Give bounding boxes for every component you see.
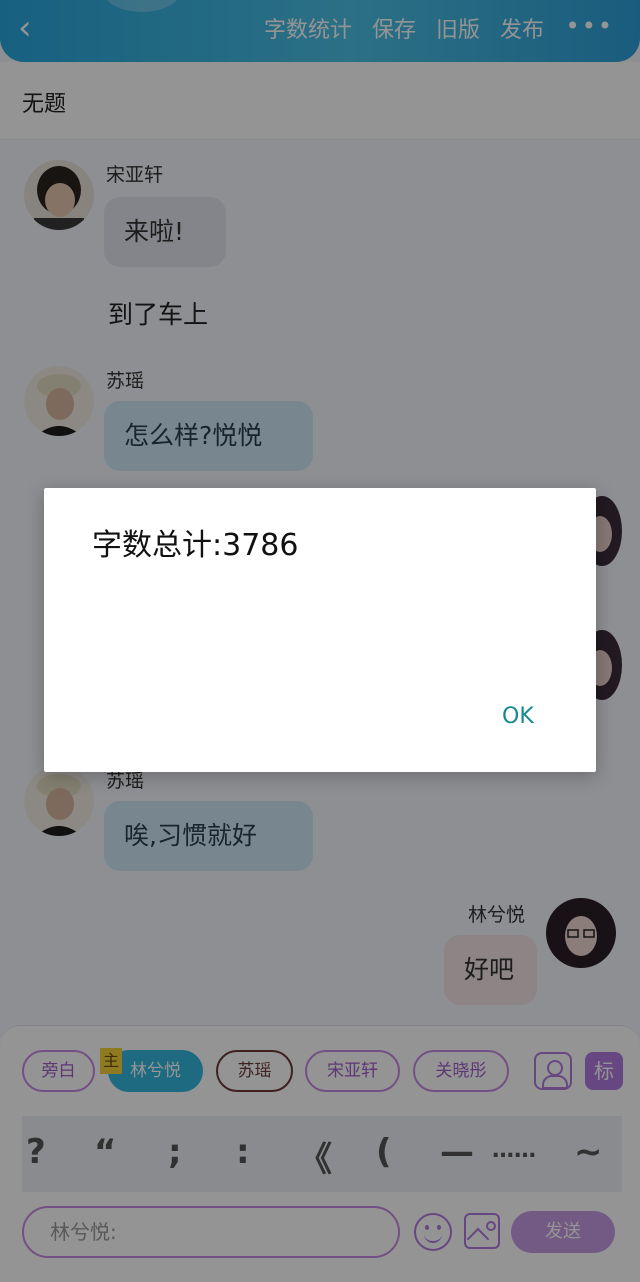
word-count-dialog: 字数总计:3786 OK: [44, 488, 596, 772]
dialog-message: 字数总计:3786: [92, 528, 299, 563]
ok-button[interactable]: OK: [494, 700, 542, 733]
